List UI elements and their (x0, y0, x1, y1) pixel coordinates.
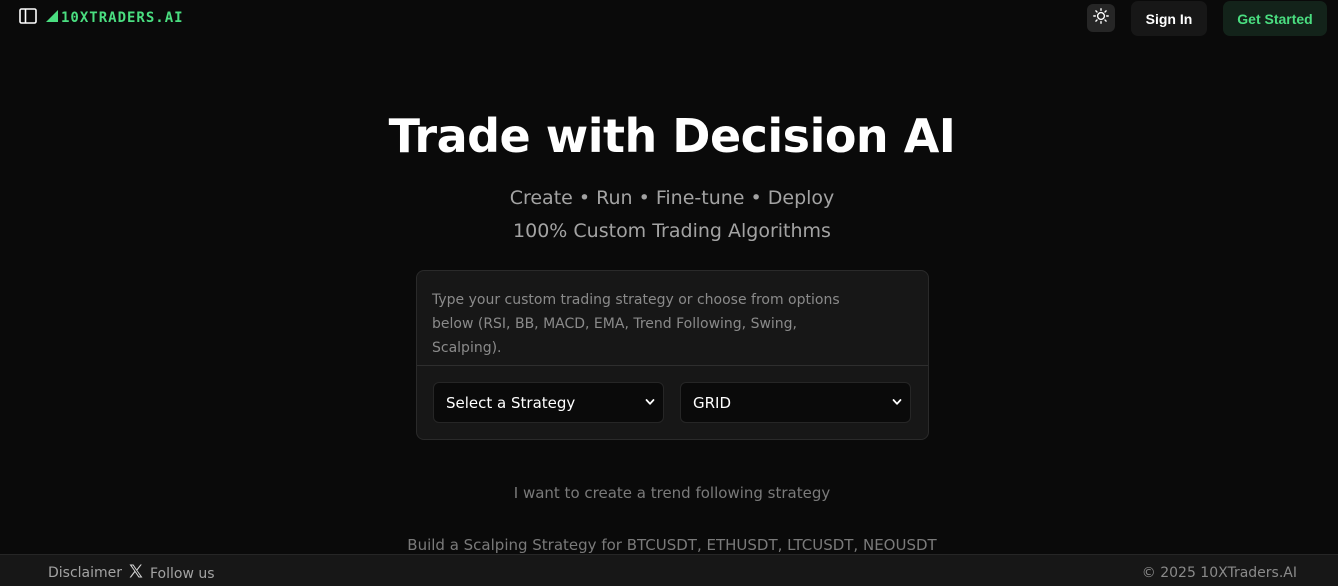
sun-icon (1093, 7, 1109, 29)
hero-subtitle-tagline: 100% Custom Trading Algorithms (513, 220, 831, 242)
top-header: 10XTRADERS.AI Sign In Get Started (0, 0, 1338, 36)
follow-us-label: Follow us (150, 565, 215, 582)
suggestion-prompt[interactable]: Build a Scalping Strategy for BTCUSDT, E… (0, 536, 1338, 554)
x-logo-icon (128, 563, 144, 584)
brand-logo[interactable]: 10XTRADERS.AI (46, 9, 184, 27)
theme-toggle-button[interactable] (1087, 4, 1115, 32)
strategy-type-select-value: GRID (693, 393, 732, 412)
chevron-down-icon (645, 394, 655, 412)
copyright-text: © 2025 10XTraders.AI (1141, 565, 1297, 581)
hero-title: Trade with Decision AI (388, 109, 956, 163)
sidebar-toggle-button[interactable] (18, 7, 38, 29)
strategy-type-select[interactable]: GRID (680, 382, 911, 423)
strategy-prompt-card: Select a Strategy GRID (416, 270, 929, 440)
sign-in-button[interactable]: Sign In (1131, 1, 1207, 36)
suggestion-prompt[interactable]: I want to create a trend following strat… (0, 484, 1338, 502)
hero-subtitle-steps: Create • Run • Fine-tune • Deploy (509, 187, 835, 209)
logo-text: 10XTRADERS.AI (61, 10, 184, 26)
footer-bar: Disclaimer Follow us © 2025 10XTraders.A… (0, 554, 1338, 586)
card-divider (417, 365, 928, 366)
strategy-select-value: Select a Strategy (446, 393, 576, 412)
follow-us-link[interactable]: Follow us (128, 563, 215, 584)
sidebar-icon (19, 7, 37, 29)
disclaimer-link[interactable]: Disclaimer (48, 565, 122, 581)
chevron-down-icon (892, 394, 902, 412)
logo-chart-icon (46, 9, 58, 27)
strategy-select[interactable]: Select a Strategy (433, 382, 664, 423)
get-started-button[interactable]: Get Started (1223, 1, 1327, 36)
strategy-prompt-input[interactable] (417, 271, 928, 365)
